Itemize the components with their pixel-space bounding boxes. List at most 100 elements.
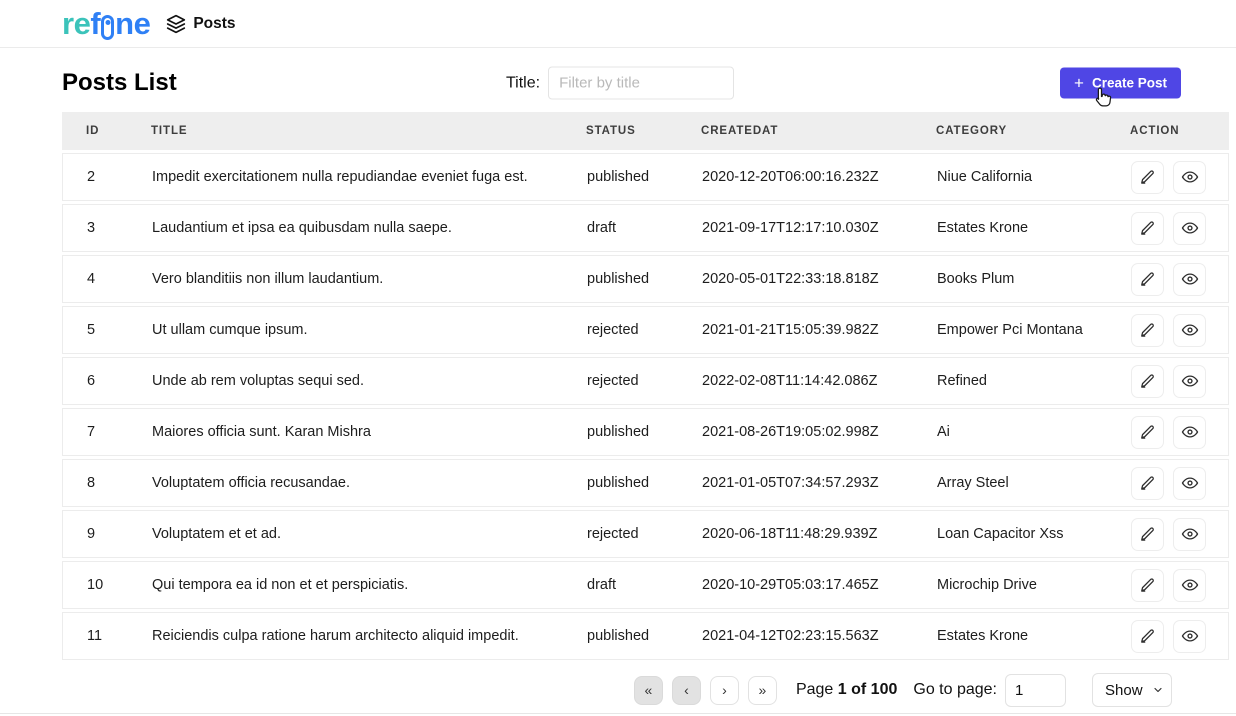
edit-button[interactable]	[1131, 416, 1164, 449]
cell-category: Empower Pci Montana	[913, 322, 1107, 338]
cell-category: Array Steel	[913, 475, 1107, 491]
cell-action	[1107, 518, 1228, 551]
show-button[interactable]	[1173, 467, 1206, 500]
last-page-button[interactable]: »	[748, 676, 777, 705]
cell-createdat: 2021-08-26T19:05:02.998Z	[678, 424, 913, 440]
cell-id: 2	[63, 169, 128, 185]
show-button[interactable]	[1173, 620, 1206, 653]
show-button[interactable]	[1173, 518, 1206, 551]
cell-status: published	[563, 424, 678, 440]
cell-category: Estates Krone	[913, 220, 1107, 236]
page-size-select[interactable]: Show 10	[1092, 673, 1172, 707]
show-button[interactable]	[1173, 569, 1206, 602]
cell-action	[1107, 569, 1228, 602]
cell-createdat: 2021-01-05T07:34:57.293Z	[678, 475, 913, 491]
column-header-title[interactable]: TITLE	[127, 125, 562, 137]
table-row: 11 Reiciendis culpa ratione harum archit…	[62, 612, 1229, 660]
eye-icon	[1181, 219, 1199, 237]
list-header: Posts List Title: + Create Post	[0, 54, 1236, 112]
column-header-action: ACTION	[1106, 125, 1229, 137]
cell-title: Qui tempora ea id non et et perspiciatis…	[128, 577, 563, 593]
cell-title: Impedit exercitationem nulla repudiandae…	[128, 169, 563, 185]
show-button[interactable]	[1173, 263, 1206, 296]
cell-status: published	[563, 169, 678, 185]
cell-createdat: 2021-04-12T02:23:15.563Z	[678, 628, 913, 644]
edit-button[interactable]	[1131, 263, 1164, 296]
cell-status: published	[563, 628, 678, 644]
edit-button[interactable]	[1131, 518, 1164, 551]
cell-title: Reiciendis culpa ratione harum architect…	[128, 628, 563, 644]
cell-id: 6	[63, 373, 128, 389]
cell-id: 5	[63, 322, 128, 338]
show-button[interactable]	[1173, 161, 1206, 194]
edit-button[interactable]	[1131, 161, 1164, 194]
title-filter-input[interactable]	[548, 67, 734, 100]
top-bar: refne Posts	[0, 0, 1236, 48]
goto-page-input[interactable]	[1005, 674, 1066, 707]
table-body: 2 Impedit exercitationem nulla repudiand…	[62, 153, 1229, 660]
cell-status: draft	[563, 577, 678, 593]
table-row: 8 Voluptatem officia recusandae. publish…	[62, 459, 1229, 507]
cell-title: Ut ullam cumque ipsum.	[128, 322, 563, 338]
cell-category: Estates Krone	[913, 628, 1107, 644]
edit-button[interactable]	[1131, 365, 1164, 398]
cell-id: 11	[63, 628, 128, 644]
cell-createdat: 2021-01-21T15:05:39.982Z	[678, 322, 913, 338]
show-button[interactable]	[1173, 365, 1206, 398]
column-header-category[interactable]: CATEGORY	[912, 125, 1106, 137]
cell-createdat: 2020-06-18T11:48:29.939Z	[678, 526, 913, 542]
logo-text-f: f	[90, 8, 100, 39]
edit-button[interactable]	[1131, 212, 1164, 245]
eye-icon	[1181, 423, 1199, 441]
pencil-icon	[1139, 475, 1156, 492]
table-header-row: ID TITLE STATUS CREATEDAT CATEGORY ACTIO…	[62, 112, 1229, 150]
cell-id: 7	[63, 424, 128, 440]
cell-title: Voluptatem et et ad.	[128, 526, 563, 542]
cell-status: published	[563, 271, 678, 287]
pencil-icon	[1139, 628, 1156, 645]
table-row: 5 Ut ullam cumque ipsum. rejected 2021-0…	[62, 306, 1229, 354]
show-button[interactable]	[1173, 314, 1206, 347]
prev-page-button[interactable]: ‹	[672, 676, 701, 705]
page-size-select-wrap: Show 10	[1092, 673, 1172, 707]
column-header-status[interactable]: STATUS	[562, 125, 677, 137]
edit-button[interactable]	[1131, 314, 1164, 347]
edit-button[interactable]	[1131, 569, 1164, 602]
cell-category: Books Plum	[913, 271, 1107, 287]
create-post-button[interactable]: + Create Post	[1060, 68, 1181, 99]
cell-createdat: 2020-12-20T06:00:16.232Z	[678, 169, 913, 185]
edit-button[interactable]	[1131, 467, 1164, 500]
cell-category: Microchip Drive	[913, 577, 1107, 593]
show-button[interactable]	[1173, 212, 1206, 245]
column-header-createdat[interactable]: CREATEDAT	[677, 125, 912, 137]
table-row: 2 Impedit exercitationem nulla repudiand…	[62, 153, 1229, 201]
cell-createdat: 2022-02-08T11:14:42.086Z	[678, 373, 913, 389]
page-label: Page	[796, 681, 833, 698]
table-row: 9 Voluptatem et et ad. rejected 2020-06-…	[62, 510, 1229, 558]
cell-title: Voluptatem officia recusandae.	[128, 475, 563, 491]
nav-item-posts[interactable]: Posts	[166, 14, 235, 34]
cell-action	[1107, 263, 1228, 296]
pencil-icon	[1139, 424, 1156, 441]
goto-page: Go to page:	[913, 674, 1066, 707]
show-button[interactable]	[1173, 416, 1206, 449]
cell-action	[1107, 620, 1228, 653]
cell-status: rejected	[563, 373, 678, 389]
cell-id: 9	[63, 526, 128, 542]
cell-status: draft	[563, 220, 678, 236]
create-post-label: Create Post	[1092, 76, 1167, 91]
cell-createdat: 2021-09-17T12:17:10.030Z	[678, 220, 913, 236]
edit-button[interactable]	[1131, 620, 1164, 653]
column-header-id[interactable]: ID	[62, 125, 127, 137]
logo-pin-icon	[101, 15, 114, 40]
refine-logo[interactable]: refne	[62, 8, 150, 40]
cell-action	[1107, 416, 1228, 449]
next-page-button[interactable]: ›	[710, 676, 739, 705]
table-row: 3 Laudantium et ipsa ea quibusdam nulla …	[62, 204, 1229, 252]
pencil-icon	[1139, 220, 1156, 237]
cell-title: Maiores officia sunt. Karan Mishra	[128, 424, 563, 440]
cell-id: 3	[63, 220, 128, 236]
eye-icon	[1181, 321, 1199, 339]
first-page-button[interactable]: «	[634, 676, 663, 705]
pencil-icon	[1139, 577, 1156, 594]
